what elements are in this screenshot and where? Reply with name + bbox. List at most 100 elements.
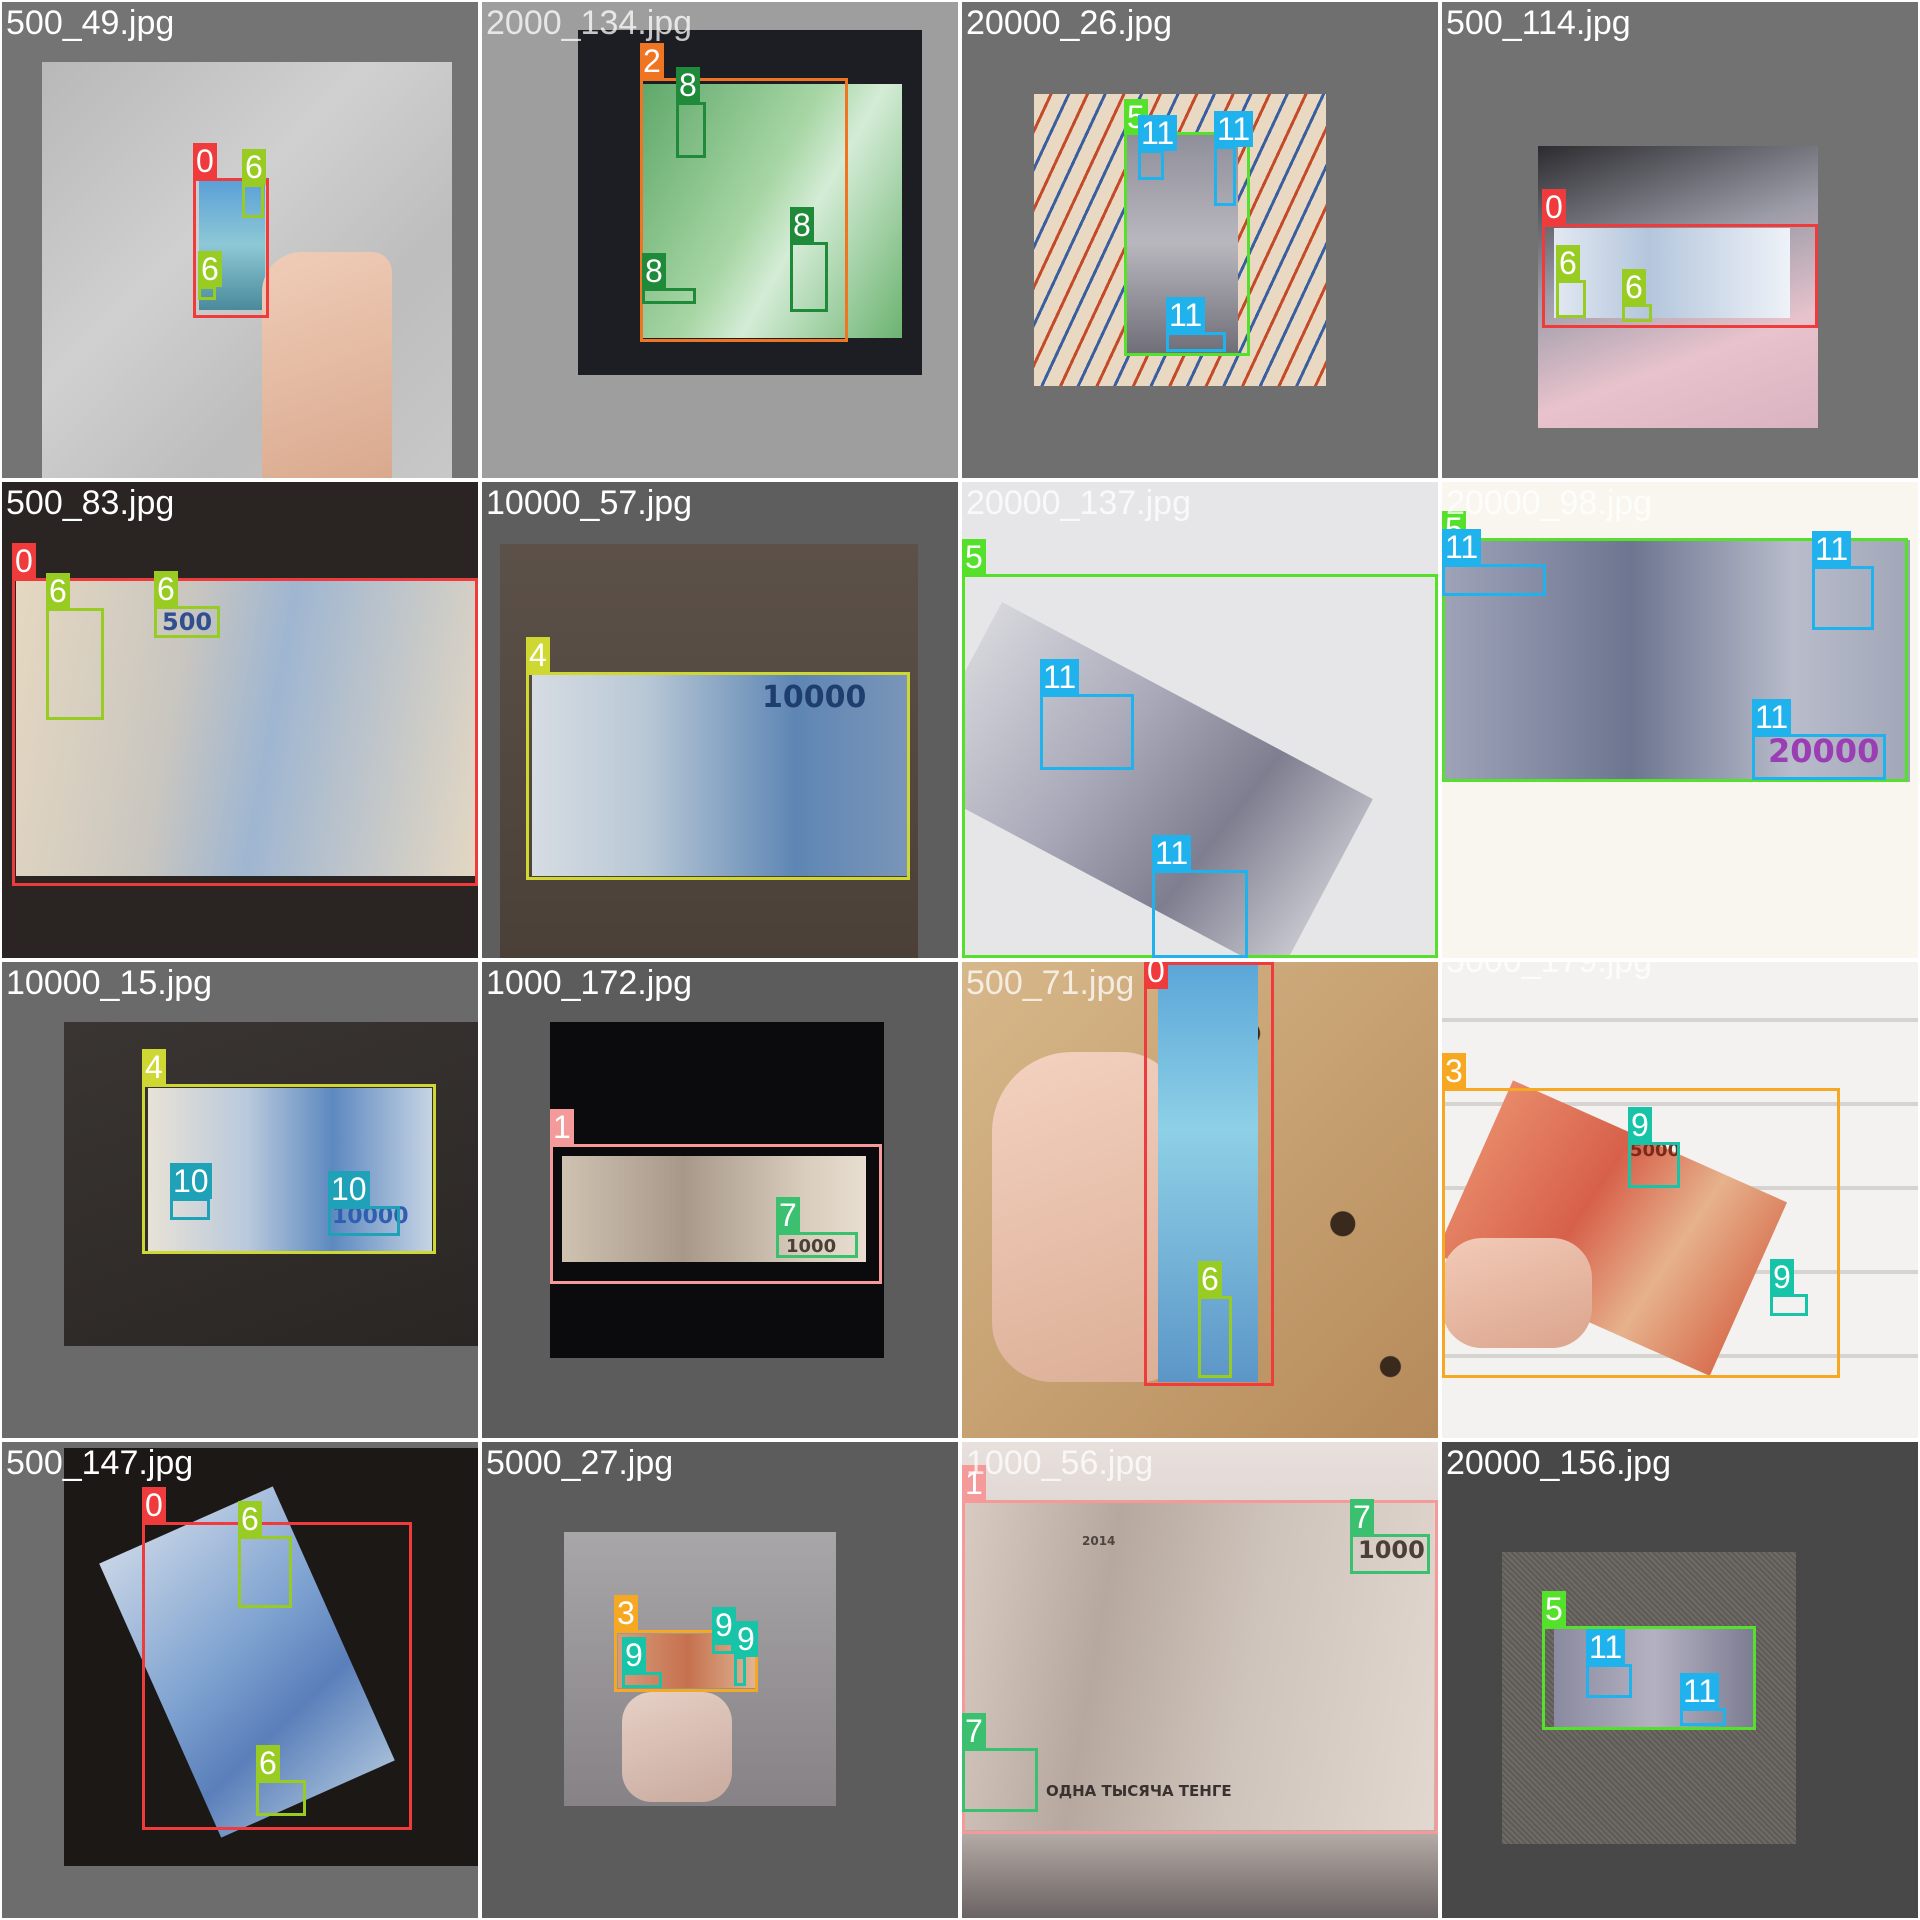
image-filename: 500_147.jpg [6, 1444, 194, 1482]
image-filename: 500_114.jpg [1446, 4, 1631, 42]
class-label: 3 [614, 1595, 638, 1631]
class-label: 7 [962, 1713, 986, 1749]
hand-photo [262, 252, 392, 478]
class-label: 7 [776, 1197, 800, 1233]
image-filename: 500_83.jpg [6, 484, 175, 522]
hand-photo [622, 1692, 732, 1802]
detection-box: 4 [526, 637, 910, 880]
image-filename: 20000_98.jpg [1446, 484, 1653, 522]
detection-box: 11 [1214, 111, 1254, 206]
class-label: 11 [1680, 1673, 1720, 1709]
detection-box: 7 [1350, 1499, 1430, 1574]
detection-box: 11 [1040, 659, 1134, 770]
class-label: 8 [642, 253, 666, 289]
tile: 20000_26.jpg 5 11 11 11 [962, 2, 1438, 478]
detection-box: 6 [1622, 269, 1652, 322]
class-label: 3 [1442, 1053, 1466, 1089]
detection-box: 11 [1138, 115, 1178, 180]
class-label: 11 [1442, 529, 1482, 565]
tile: 500_71.jpg 0 6 [962, 962, 1438, 1438]
detection-box: 11 [1752, 699, 1886, 780]
class-label: 11 [1138, 115, 1178, 151]
class-label: 6 [1198, 1261, 1222, 1297]
class-label: 9 [734, 1621, 758, 1657]
class-label: 9 [1770, 1259, 1794, 1295]
class-label: 11 [1752, 699, 1792, 735]
class-label: 11 [1152, 835, 1192, 871]
detection-box: 8 [790, 207, 828, 312]
class-label: 5 [1542, 1591, 1566, 1627]
image-filename: 20000_156.jpg [1446, 1444, 1672, 1482]
tile: 10000 10000_57.jpg 4 [482, 482, 958, 958]
detection-box: 8 [676, 67, 706, 158]
image-filename: 10000_15.jpg [6, 964, 213, 1002]
detection-box: 7 [962, 1713, 1038, 1812]
class-label: 6 [198, 251, 222, 287]
tile: 20000_137.jpg 5 11 11 [962, 482, 1438, 958]
detection-box: 6 [46, 573, 104, 720]
class-label: 0 [193, 143, 217, 179]
class-label: 1 [550, 1109, 574, 1145]
detection-box: 9 [734, 1621, 758, 1686]
detection-box: 11 [1586, 1629, 1632, 1698]
class-label: 6 [242, 149, 266, 185]
class-label: 11 [1214, 111, 1254, 147]
tile: 500 500_83.jpg 0 6 6 [2, 482, 478, 958]
detection-box: 6 [238, 1501, 292, 1608]
class-label: 5 [962, 539, 986, 575]
class-label: 4 [142, 1049, 166, 1085]
tile: 10000 10000_15.jpg 4 10 10 [2, 962, 478, 1438]
tile: 500_114.jpg 0 6 6 [1442, 2, 1918, 478]
class-label: 6 [238, 1501, 262, 1537]
image-filename: 2000_134.jpg [486, 4, 693, 42]
image-filename: 5000_27.jpg [486, 1444, 674, 1482]
tile: 20000_156.jpg 5 11 11 [1442, 1442, 1918, 1918]
class-label: 0 [142, 1487, 166, 1523]
class-label: 6 [1622, 269, 1646, 305]
detection-box: 8 [642, 253, 696, 304]
detection-box: 6 [154, 571, 220, 638]
class-label: 4 [526, 637, 550, 673]
detection-box: 11 [1812, 531, 1874, 630]
image-filename: 20000_137.jpg [966, 484, 1192, 522]
class-label: 6 [1556, 245, 1580, 281]
class-label: 0 [1542, 189, 1566, 225]
tile: 1000 1000_172.jpg 1 7 [482, 962, 958, 1438]
class-label: 8 [676, 67, 700, 103]
detection-box: 9 [622, 1637, 662, 1688]
image-filename: 5000_179.jpg [1446, 962, 1652, 978]
class-label: 11 [1586, 1629, 1626, 1665]
class-label: 2 [640, 43, 664, 79]
detection-box: 6 [242, 149, 266, 218]
image-filename: 500_49.jpg [6, 4, 175, 42]
tile: 5000 5000_179.jpg 3 9 9 [1442, 962, 1918, 1438]
tile: 500_49.jpg 0 6 6 [2, 2, 478, 478]
class-label: 7 [1350, 1499, 1374, 1535]
image-filename: 1000_172.jpg [486, 964, 693, 1002]
image-filename: 10000_57.jpg [486, 484, 693, 522]
detection-box: 11 [1680, 1673, 1726, 1726]
class-label: 10 [328, 1171, 370, 1207]
class-label: 0 [12, 543, 36, 579]
image-filename: 500_71.jpg [966, 964, 1135, 1002]
class-label: 6 [154, 571, 178, 607]
detection-box: 10 [328, 1171, 400, 1236]
image-filename: 20000_26.jpg [966, 4, 1173, 42]
detection-box: 7 [776, 1197, 858, 1258]
tile: 5000_27.jpg 3 9 9 9 [482, 1442, 958, 1918]
detection-box: 6 [198, 251, 222, 300]
detection-box: 6 [256, 1745, 306, 1816]
image-filename: 1000_56.jpg [966, 1444, 1154, 1482]
class-label: 9 [622, 1637, 646, 1673]
batch-image-grid: 500_49.jpg 0 6 6 2000_134.jpg 2 8 8 8 20… [0, 0, 1920, 1920]
class-label: 0 [1144, 962, 1168, 989]
class-label: 11 [1812, 531, 1852, 567]
class-label: 6 [256, 1745, 280, 1781]
detection-box: 6 [1556, 245, 1586, 318]
class-label: 10 [170, 1163, 212, 1199]
detection-box: 11 [1442, 529, 1546, 596]
tile: 500_147.jpg 0 6 6 [2, 1442, 478, 1918]
detection-box: 9 [712, 1607, 736, 1654]
detection-box: 9 [1770, 1259, 1808, 1316]
class-label: 8 [790, 207, 814, 243]
